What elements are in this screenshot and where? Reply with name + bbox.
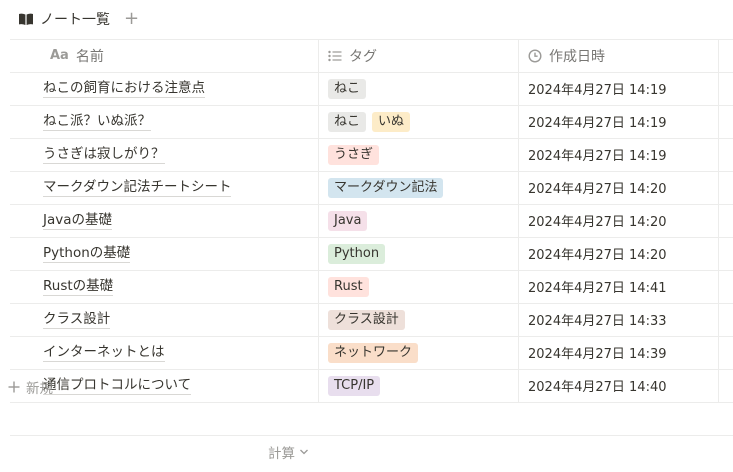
cell-name[interactable]: ねこ派？いぬ派？ xyxy=(43,105,151,138)
table-row[interactable]: Javaの基礎 Java 2024年4月27日 14:20 xyxy=(10,204,733,237)
tag-chip: Python xyxy=(328,243,386,264)
cell-name[interactable]: うさぎは寂しがり？ xyxy=(43,138,165,171)
cell-tags[interactable]: クラス設計 xyxy=(328,303,405,336)
table-row[interactable]: 通信プロトコルについて TCP/IP 2024年4月27日 14:40 xyxy=(10,369,733,402)
column-header-name[interactable]: Aa 名前 xyxy=(50,39,104,72)
cell-created: 2024年4月27日 14:19 xyxy=(528,116,667,131)
cell-created: 2024年4月27日 14:40 xyxy=(528,380,667,395)
tag-chip: Rust xyxy=(328,276,369,297)
cell-tags[interactable]: Python xyxy=(328,237,386,270)
new-row-label: 新規 xyxy=(26,380,53,397)
cell-name[interactable]: Pythonの基礎 xyxy=(43,237,131,270)
cell-created: 2024年4月27日 14:39 xyxy=(528,347,667,362)
add-view-button[interactable]: + xyxy=(124,10,139,28)
calculate-button[interactable]: 計算 xyxy=(268,442,309,462)
table-row[interactable]: Rustの基礎 Rust 2024年4月27日 14:41 xyxy=(10,270,733,303)
tag-chip: ねこ xyxy=(328,78,367,99)
table-row[interactable]: ねこの飼育における注意点 ねこ 2024年4月27日 14:19 xyxy=(10,72,733,105)
new-row-button[interactable]: 新規 xyxy=(8,370,53,403)
table-header: Aa 名前 タグ 作成日時 xyxy=(10,39,733,72)
page-title-link[interactable]: ねこ派？いぬ派？ xyxy=(43,112,151,131)
page-title-link[interactable]: うさぎは寂しがり？ xyxy=(43,145,165,164)
page-title-link[interactable]: Javaの基礎 xyxy=(43,211,113,230)
cell-tags[interactable]: Rust xyxy=(328,270,369,303)
column-header-label: タグ xyxy=(349,48,377,65)
page-title-link[interactable]: マークダウン記法チートシート xyxy=(43,178,232,197)
column-header-tags[interactable]: タグ xyxy=(328,39,377,72)
tag-chip: TCP/IP xyxy=(328,375,381,396)
cell-name[interactable]: インターネットとは xyxy=(43,336,165,369)
page-title-link[interactable]: ねこの飼育における注意点 xyxy=(43,79,205,98)
list-icon xyxy=(328,50,342,62)
table-row[interactable]: うさぎは寂しがり？ うさぎ 2024年4月27日 14:19 xyxy=(10,138,733,171)
tag-chip: ねこ xyxy=(328,111,367,132)
cell-tags[interactable]: Java xyxy=(328,204,368,237)
cell-name[interactable]: マークダウン記法チートシート xyxy=(43,171,232,204)
view-title[interactable]: ノート一覧 xyxy=(40,9,110,29)
cell-created: 2024年4月27日 14:19 xyxy=(528,83,667,98)
page-title-link[interactable]: インターネットとは xyxy=(43,343,165,362)
column-header-label: 名前 xyxy=(75,48,104,65)
cell-name[interactable]: ねこの飼育における注意点 xyxy=(43,72,205,105)
cell-name[interactable]: Rustの基礎 xyxy=(43,270,114,303)
page-title-link[interactable]: クラス設計 xyxy=(43,310,111,329)
tag-chip: いぬ xyxy=(372,111,411,132)
cell-created: 2024年4月27日 14:20 xyxy=(528,215,667,230)
tag-chip: うさぎ xyxy=(328,144,380,165)
cell-name[interactable]: クラス設計 xyxy=(43,303,111,336)
cell-created: 2024年4月27日 14:41 xyxy=(528,281,667,296)
table-row[interactable]: インターネットとは ネットワーク 2024年4月27日 14:39 xyxy=(10,336,733,369)
tag-chip: Java xyxy=(328,210,368,231)
cell-tags[interactable]: ねこ いぬ xyxy=(328,105,411,138)
table-row[interactable]: ねこ派？いぬ派？ ねこ いぬ 2024年4月27日 14:19 xyxy=(10,105,733,138)
page-title-link[interactable]: Pythonの基礎 xyxy=(43,244,131,263)
cell-created: 2024年4月27日 14:19 xyxy=(528,149,667,164)
clock-icon xyxy=(528,48,542,63)
calculate-label: 計算 xyxy=(268,446,295,462)
tag-chip: クラス設計 xyxy=(328,309,405,330)
plus-icon xyxy=(8,381,20,393)
tag-chip: マークダウン記法 xyxy=(328,177,444,198)
cell-tags[interactable]: マークダウン記法 xyxy=(328,171,444,204)
cell-tags[interactable]: ネットワーク xyxy=(328,336,419,369)
view-header: ノート一覧 + xyxy=(18,8,139,30)
page-title-link[interactable]: 通信プロトコルについて xyxy=(43,376,192,395)
chevron-down-icon xyxy=(299,448,309,456)
text-aa-icon: Aa xyxy=(50,48,69,63)
book-open-icon xyxy=(18,12,34,26)
cell-created: 2024年4月27日 14:20 xyxy=(528,182,667,197)
tag-chip: ネットワーク xyxy=(328,342,419,363)
page-title-link[interactable]: Rustの基礎 xyxy=(43,277,114,296)
cell-created: 2024年4月27日 14:20 xyxy=(528,248,667,263)
cell-name[interactable]: Javaの基礎 xyxy=(43,204,113,237)
column-header-label: 作成日時 xyxy=(549,48,605,65)
cell-tags[interactable]: ねこ xyxy=(328,72,367,105)
cell-name[interactable]: 通信プロトコルについて xyxy=(43,369,192,402)
cell-tags[interactable]: うさぎ xyxy=(328,138,380,171)
cell-created: 2024年4月27日 14:33 xyxy=(528,314,667,329)
table-row[interactable]: クラス設計 クラス設計 2024年4月27日 14:33 xyxy=(10,303,733,336)
cell-tags[interactable]: TCP/IP xyxy=(328,369,381,402)
column-header-created[interactable]: 作成日時 xyxy=(528,39,605,72)
table-row[interactable]: マークダウン記法チートシート マークダウン記法 2024年4月27日 14:20 xyxy=(10,171,733,204)
table-row[interactable]: Pythonの基礎 Python 2024年4月27日 14:20 xyxy=(10,237,733,270)
